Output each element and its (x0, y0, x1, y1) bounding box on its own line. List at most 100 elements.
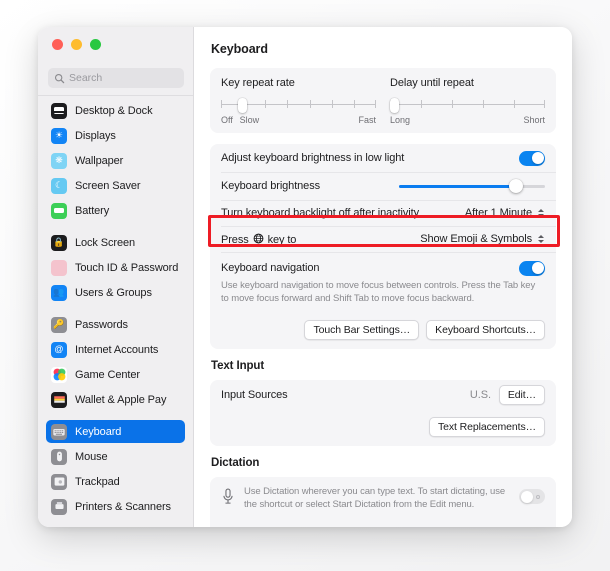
sidebar-item-label: Wallpaper (75, 154, 124, 167)
input-sources-label: Input Sources (221, 389, 288, 402)
sidebar-item-label: Internet Accounts (75, 343, 159, 356)
sidebar-item-trackpad[interactable]: Trackpad (46, 470, 185, 493)
sidebar-group-2: 🔒 Lock Screen Touch ID & Password 👥 User… (46, 231, 185, 304)
key-repeat-rate-slider[interactable] (221, 98, 377, 113)
keyboard-shortcuts-button[interactable]: Keyboard Shortcuts… (426, 320, 545, 341)
delay-until-repeat-group: Delay until repeat Long Short (390, 77, 546, 126)
search-input[interactable] (69, 72, 178, 84)
minimize-button[interactable] (71, 39, 82, 50)
dictation-row: Use Dictation wherever you can type text… (210, 477, 556, 522)
wallet-apple-pay-icon (51, 391, 67, 408)
sidebar-item-screen-saver[interactable]: ☾ Screen Saver (46, 174, 185, 197)
chevron-up-icon (537, 209, 544, 212)
sidebar-item-touch-id[interactable]: Touch ID & Password (46, 256, 185, 279)
sidebar-nav: Desktop & Dock ☀ Displays ❋ Wallpaper ☾ … (38, 99, 193, 527)
backlight-card: Adjust keyboard brightness in low light … (210, 144, 556, 350)
mouse-icon (51, 448, 67, 465)
main-panel: Keyboard Key repeat rate Off Slow Fast D… (194, 27, 572, 527)
adjust-brightness-toggle[interactable] (519, 150, 545, 166)
chevron-up-icon (537, 235, 544, 238)
sidebar-item-lock-screen[interactable]: 🔒 Lock Screen (46, 231, 185, 254)
sidebar-divider (38, 95, 193, 96)
users-groups-icon: 👥 (51, 284, 67, 301)
sidebar-item-game-center[interactable]: Game Center (46, 363, 185, 386)
globe-key-stepper[interactable] (536, 232, 545, 246)
sidebar-item-wallet-apple-pay[interactable]: Wallet & Apple Pay (46, 388, 185, 411)
sidebar-item-internet-accounts[interactable]: @ Internet Accounts (46, 338, 185, 361)
sidebar-item-mouse[interactable]: Mouse (46, 445, 185, 468)
slider-track (390, 104, 545, 105)
input-sources-value: U.S. (469, 389, 491, 402)
slider-max-label: Short (523, 115, 545, 125)
search-icon (54, 73, 65, 83)
keyboard-navigation-description: Use keyboard navigation to move focus be… (221, 280, 536, 304)
slider-fill (399, 185, 516, 188)
chevron-down-icon (537, 240, 544, 243)
sidebar-item-displays[interactable]: ☀ Displays (46, 124, 185, 147)
key-repeat-rate-knob[interactable] (238, 98, 248, 113)
edit-button[interactable]: Edit… (498, 385, 545, 406)
globe-key-label-before: Press (221, 233, 249, 246)
backlight-off-stepper[interactable] (536, 206, 545, 220)
slider-handle[interactable] (508, 179, 523, 193)
globe-key-label-after: key to (267, 233, 297, 246)
sidebar-item-wallpaper[interactable]: ❋ Wallpaper (46, 149, 185, 172)
sidebar-item-passwords[interactable]: 🔑 Passwords (46, 313, 185, 336)
backlight-off-label: Turn keyboard backlight off after inacti… (221, 207, 419, 219)
wallpaper-icon: ❋ (51, 152, 67, 169)
dictation-description: Use Dictation wherever you can type text… (244, 486, 506, 510)
delay-until-repeat-slider[interactable] (390, 98, 546, 113)
keyboard-buttons-row: Touch Bar Settings… Keyboard Shortcuts… (210, 313, 556, 349)
dictation-card: Use Dictation wherever you can type text… (210, 477, 556, 527)
screen-saver-icon: ☾ (51, 177, 67, 194)
adjust-brightness-label: Adjust keyboard brightness in low light (221, 152, 405, 164)
battery-icon (51, 202, 67, 219)
sidebar-item-users-groups[interactable]: 👥 Users & Groups (46, 281, 185, 304)
sidebar-item-label: Game Center (75, 368, 140, 381)
microphone-icon (221, 488, 237, 510)
keyboard-brightness-slider[interactable] (399, 179, 545, 193)
sidebar-item-label: Users & Groups (75, 286, 152, 299)
sidebar-group-3: 🔑 Passwords @ Internet Accounts Game Cen… (46, 313, 185, 411)
keyboard-brightness-row: Keyboard brightness (210, 172, 556, 200)
sidebar-item-keyboard[interactable]: Keyboard (46, 420, 185, 443)
page-title: Keyboard (211, 42, 268, 56)
slider-max-label: Fast (358, 115, 376, 125)
touch-bar-settings-button[interactable]: Touch Bar Settings… (304, 320, 420, 341)
globe-key-label: Press key to (221, 233, 420, 246)
key-repeat-card: Key repeat rate Off Slow Fast Delay unti… (210, 68, 556, 133)
sidebar-item-label: Passwords (75, 318, 128, 331)
slider-low-label: Slow (239, 115, 260, 125)
sidebar-group-4: Keyboard Mouse Trackpad Printers & Scann… (46, 420, 185, 518)
keyboard-navigation-toggle[interactable] (519, 260, 545, 276)
close-button[interactable] (52, 39, 63, 50)
search-field[interactable] (48, 68, 184, 88)
backlight-off-row: Turn keyboard backlight off after inacti… (210, 200, 556, 226)
text-input-heading: Text Input (211, 360, 265, 373)
touch-id-icon (51, 259, 67, 276)
dictation-toggle[interactable] (519, 489, 545, 505)
sidebar-item-printers-scanners[interactable]: Printers & Scanners (46, 495, 185, 518)
dictation-heading: Dictation (211, 457, 260, 470)
sidebar-item-label: Battery (75, 204, 110, 217)
globe-key-row: Press key to Show Emoji & Symbols (210, 226, 556, 252)
slider-min-label: Long (390, 115, 411, 125)
printers-scanners-icon (51, 498, 67, 515)
text-input-card: Input Sources U.S. Edit… Text Replacemen… (210, 380, 556, 447)
sidebar-item-label: Desktop & Dock (75, 104, 153, 117)
text-replacements-button[interactable]: Text Replacements… (429, 417, 545, 438)
chevron-down-icon (537, 214, 544, 217)
input-sources-row: Input Sources U.S. Edit… (210, 380, 556, 410)
sidebar-item-label: Lock Screen (75, 236, 136, 249)
internet-accounts-icon: @ (51, 341, 67, 358)
displays-icon: ☀ (51, 127, 67, 144)
sidebar-item-desktop-dock[interactable]: Desktop & Dock (46, 99, 185, 122)
globe-key-value[interactable]: Show Emoji & Symbols (420, 233, 532, 245)
zoom-button[interactable] (90, 39, 101, 50)
sidebar-item-battery[interactable]: Battery (46, 199, 185, 222)
key-repeat-rate-group: Key repeat rate Off Slow Fast (221, 77, 377, 126)
backlight-off-value[interactable]: After 1 Minute (465, 207, 532, 219)
system-settings-window: Desktop & Dock ☀ Displays ❋ Wallpaper ☾ … (38, 27, 572, 527)
delay-until-repeat-knob[interactable] (390, 98, 399, 113)
sidebar-item-label: Trackpad (75, 475, 120, 488)
